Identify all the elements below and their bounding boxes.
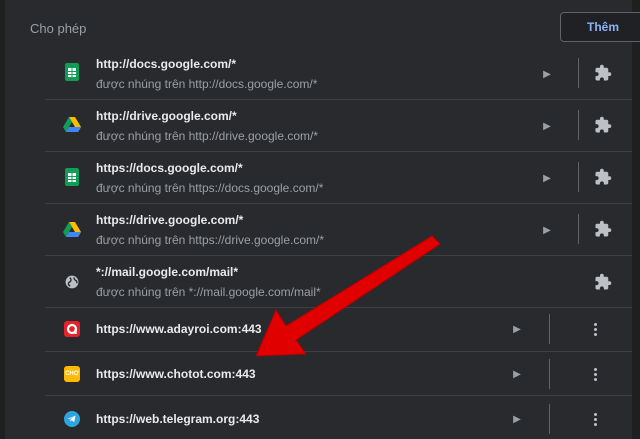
red-arrow-annotation <box>255 235 441 357</box>
